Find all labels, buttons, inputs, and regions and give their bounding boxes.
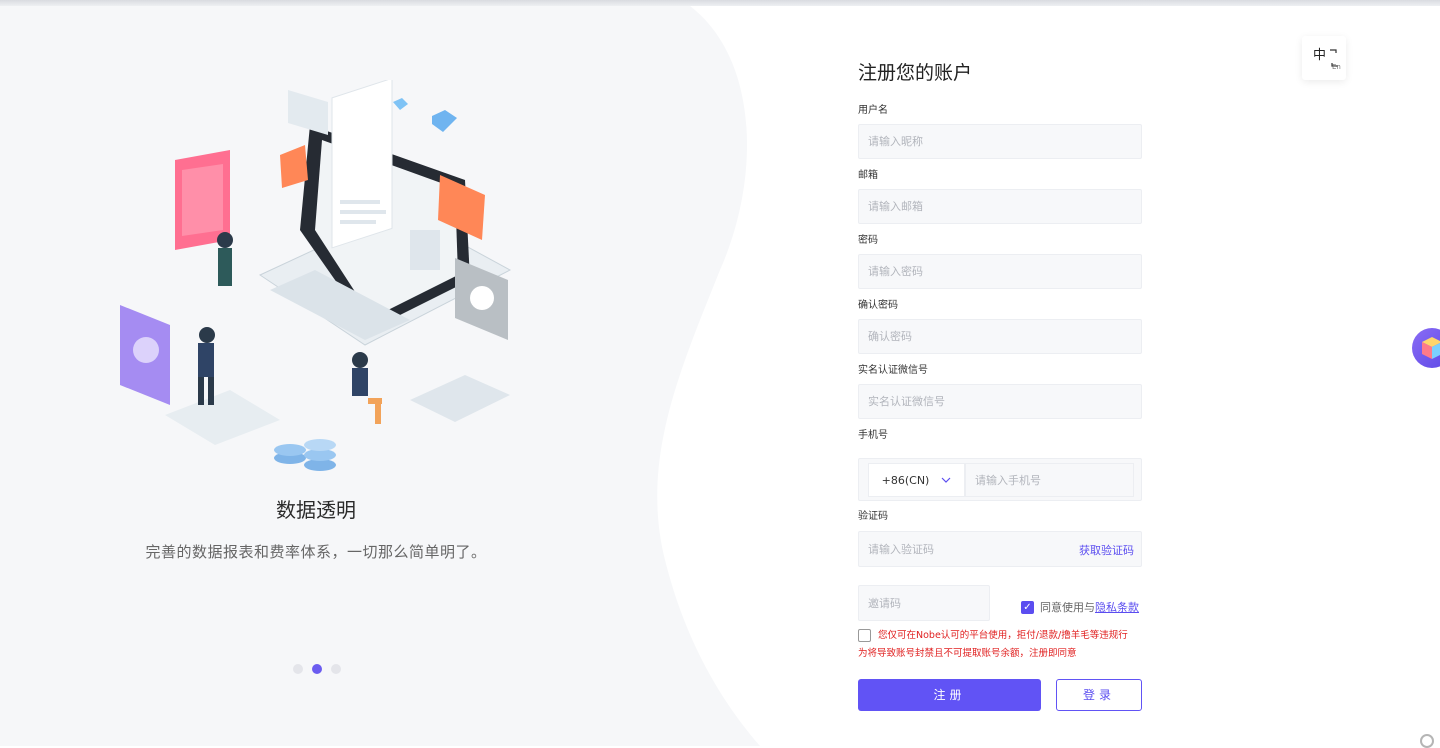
confirm-password-label: 确认密码: [858, 300, 898, 311]
carousel-dot[interactable]: [331, 664, 341, 674]
language-toggle[interactable]: 中 En: [1302, 36, 1346, 80]
agree-row: ✓ 同意使用与 隐私条款: [1021, 599, 1139, 615]
agree-checkbox[interactable]: ✓: [1021, 600, 1034, 614]
get-code-button[interactable]: 获取验证码: [1079, 542, 1134, 558]
carousel-dots: [293, 664, 341, 674]
carousel-dot[interactable]: [293, 664, 303, 674]
verify-code-label: 验证码: [858, 511, 888, 522]
wechat-input[interactable]: [858, 384, 1142, 419]
verify-code-field: 获取验证码: [858, 531, 1142, 567]
register-form: 注册您的账户 用户名 邮箱 密码 确认密码 实名认证微信号 手机号: [858, 58, 1142, 443]
email-label: 邮箱: [858, 170, 878, 181]
phone-field: +86(CN): [858, 458, 1142, 501]
carousel-description: 完善的数据报表和费率体系，一切那么简单明了。: [145, 543, 487, 561]
invite-code-input[interactable]: [858, 585, 990, 621]
username-input[interactable]: [858, 124, 1142, 159]
warning-checkbox[interactable]: [858, 629, 871, 642]
password-input[interactable]: [858, 254, 1142, 289]
phone-label: 手机号: [858, 430, 888, 441]
country-code-value: +86(CN): [881, 473, 930, 487]
lang-zh: 中: [1313, 48, 1327, 63]
carousel-title: 数据透明: [276, 498, 356, 522]
phone-input[interactable]: [965, 463, 1134, 497]
agree-text: 同意使用与: [1040, 601, 1095, 614]
privacy-link[interactable]: 隐私条款: [1095, 599, 1139, 615]
cube-icon: [1422, 337, 1440, 359]
login-button[interactable]: 登录: [1056, 679, 1142, 711]
form-title: 注册您的账户: [858, 62, 973, 84]
wechat-label: 实名认证微信号: [858, 365, 928, 376]
warning-text-line2: 为将导致账号封禁且不可提取账号余额，注册即同意: [858, 648, 1077, 659]
confirm-password-input[interactable]: [858, 319, 1142, 354]
carousel-dot-active[interactable]: [312, 664, 322, 674]
password-label: 密码: [858, 235, 878, 246]
email-input[interactable]: [858, 189, 1142, 224]
data-illustration: [120, 80, 512, 471]
warning-text-line1: 您仅可在Nobe认可的平台使用，拒付/退款/撸羊毛等违规行: [878, 630, 1128, 641]
country-code-select[interactable]: +86(CN): [868, 463, 965, 497]
lang-en: En: [1332, 63, 1341, 71]
register-button[interactable]: 注册: [858, 679, 1041, 711]
username-label: 用户名: [858, 105, 888, 116]
chevron-down-icon: [941, 477, 951, 483]
